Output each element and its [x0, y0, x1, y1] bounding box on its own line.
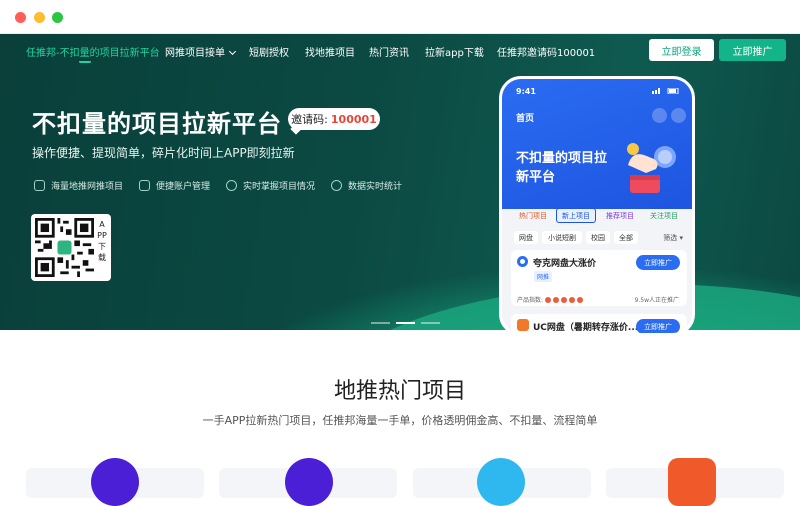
qr-download-label: APP下载: [97, 220, 107, 262]
maximize-window-button[interactable]: [52, 12, 63, 23]
invite-code-label: 邀请码:: [291, 113, 328, 126]
feature-label: 海量地推网推项目: [51, 182, 124, 192]
flame-icon: [561, 297, 568, 303]
project-promote-button[interactable]: 立即推广: [636, 255, 680, 270]
chart-icon: [331, 180, 342, 191]
filter-dropdown[interactable]: 筛选 ▾: [663, 233, 683, 243]
project-card-quark[interactable]: 夸克网盘大涨价 网推 立即推广 产品指数: 9.5w人正在推广: [511, 250, 687, 306]
flame-icon: [577, 297, 584, 303]
feature-label: 便捷账户管理: [156, 182, 211, 192]
filter-label: 筛选: [663, 234, 678, 242]
feature-projects: 海量地推网推项目: [34, 179, 123, 192]
tab-following[interactable]: 关注项目: [644, 208, 684, 223]
feature-realtime: 实时掌握项目情况: [226, 179, 315, 192]
project-logo-icon: [477, 458, 525, 506]
project-logo-icon: [285, 458, 333, 506]
project-tag: 网推: [534, 271, 553, 282]
chevron-down-icon: [228, 47, 237, 56]
window-titlebar: [0, 0, 800, 34]
phone-banner-title: 不扣量的项目拉新平台: [516, 151, 608, 185]
project-promote-button[interactable]: 立即推广: [636, 319, 680, 333]
bell-icon[interactable]: [671, 108, 686, 123]
feature-label: 实时掌握项目情况: [243, 182, 316, 192]
signal-battery-icon: [652, 88, 679, 94]
chip-all[interactable]: 全部: [614, 231, 638, 244]
invite-code-value: 100001: [330, 112, 377, 126]
grid-icon: [34, 180, 45, 191]
section-title: 地推热门项目: [333, 379, 466, 404]
nav-item-short-drama[interactable]: 短剧授权: [249, 44, 289, 59]
qr-code-icon: [35, 218, 94, 277]
nav-item-label: 网推项目接单: [165, 48, 225, 59]
feature-account: 便捷账户管理: [139, 179, 210, 192]
chip-novel-drama[interactable]: 小说短剧: [542, 231, 582, 244]
project-logo-icon: [91, 458, 139, 506]
uc-logo-icon: [517, 319, 529, 331]
hero-subtitle: 操作便捷、提现简单，碎片化时间上APP即刻拉新: [32, 146, 295, 160]
product-index: 产品指数:: [517, 295, 584, 304]
project-title: 夸克网盘大涨价: [533, 259, 597, 269]
invite-code-pill: 邀请码: 100001: [288, 108, 380, 130]
nav-item-online-projects[interactable]: 网推项目接单: [165, 44, 237, 59]
hero-title: 不扣量的项目拉新平台: [32, 110, 282, 138]
nav-item-invite-code[interactable]: 任推邦邀请码100001: [497, 44, 595, 59]
feature-stats: 数据实时统计: [331, 179, 402, 192]
phone-header: 9:41 首页 不扣量的项目拉新平台: [502, 79, 692, 209]
carousel-dot-2[interactable]: [396, 322, 415, 324]
carousel-dot-3[interactable]: [421, 322, 440, 324]
flame-icon: [553, 297, 560, 303]
project-logo-icon: [668, 458, 716, 506]
product-index-label: 产品指数:: [517, 297, 544, 304]
nav-active-underline: [79, 60, 91, 63]
search-icon[interactable]: [652, 108, 667, 123]
carousel-dot-1[interactable]: [371, 322, 390, 324]
promote-button[interactable]: 立即推广: [719, 39, 786, 61]
tab-recommended[interactable]: 推荐项目: [600, 208, 640, 223]
flame-icon: [545, 297, 552, 303]
promoting-count: 9.5w人正在推广: [634, 297, 679, 304]
phone-tabs: 热门项目 新上项目 推荐项目 关注项目: [511, 208, 683, 226]
phone-mockup: 9:41 首页 不扣量的项目拉新平台 热门项目 新上项目 推荐项目 关注项目 网…: [499, 76, 695, 336]
phone-home-title: 首页: [516, 114, 535, 124]
phone-category-chips: 网盘 小说短剧 校园 全部 筛选 ▾: [511, 231, 683, 245]
app-download-qr[interactable]: APP下载: [31, 214, 111, 281]
minimize-window-button[interactable]: [34, 12, 45, 23]
project-card-uc[interactable]: UC网盘（暑期转存涨价... 立即推广: [511, 314, 687, 333]
top-nav: 任推邦-不扣量的项目拉新平台 网推项目接单 短剧授权 找地推项目 热门资讯 拉新…: [0, 34, 800, 68]
chip-netdisk[interactable]: 网盘: [514, 231, 538, 244]
project-title: UC网盘（暑期转存涨价...: [533, 323, 639, 333]
phone-time: 9:41: [516, 87, 536, 96]
clock-icon: [226, 180, 237, 191]
section-subtitle: 一手APP拉新热门项目，任推邦海量一手单，价格透明佣金高、不扣量、流程简单: [202, 414, 598, 427]
flame-icon: [569, 297, 576, 303]
login-button[interactable]: 立即登录: [649, 39, 714, 61]
hand-coin-illustration-icon: [627, 143, 676, 193]
tab-new[interactable]: 新上项目: [556, 208, 596, 223]
user-icon: [139, 180, 150, 191]
nav-item-app-download[interactable]: 拉新app下载: [425, 44, 484, 59]
quark-logo-icon: [517, 256, 528, 267]
close-window-button[interactable]: [15, 12, 26, 23]
feature-label: 数据实时统计: [348, 182, 403, 192]
chip-campus[interactable]: 校园: [586, 231, 610, 244]
nav-item-ground-projects[interactable]: 找地推项目: [305, 44, 355, 59]
nav-item-hot-news[interactable]: 热门资讯: [369, 44, 409, 59]
nav-brand-link[interactable]: 任推邦-不扣量的项目拉新平台: [26, 44, 160, 59]
tab-hot[interactable]: 热门项目: [514, 208, 552, 223]
